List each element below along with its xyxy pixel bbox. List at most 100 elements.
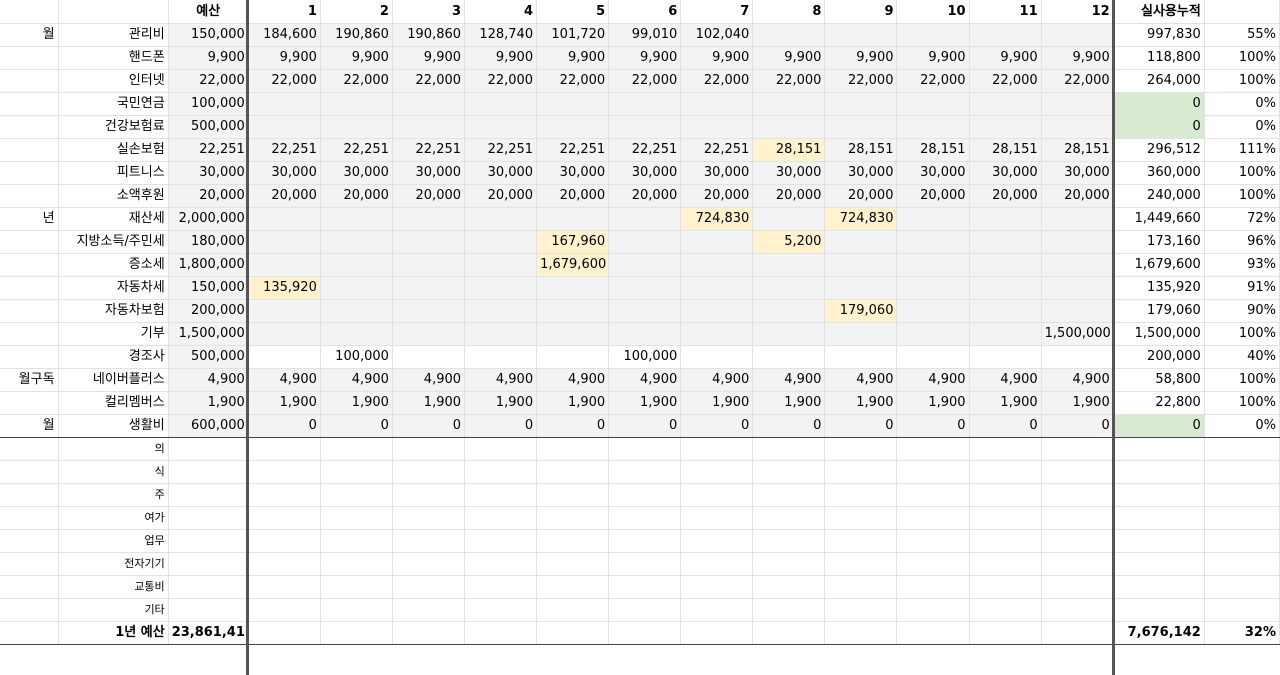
- month-cell-8[interactable]: 22,000: [752, 69, 826, 93]
- item-label[interactable]: 증소세: [58, 253, 169, 277]
- sub-item-label[interactable]: 전자기기: [58, 552, 169, 576]
- month-cell-2[interactable]: [320, 253, 393, 277]
- month-cell-3[interactable]: 0: [392, 413, 466, 438]
- percent-cell[interactable]: 40%: [1204, 345, 1280, 369]
- used-total[interactable]: 7,676,142: [1113, 620, 1205, 645]
- month-cell-12[interactable]: [1041, 253, 1114, 277]
- month-cell-5[interactable]: [536, 345, 610, 369]
- total-cell[interactable]: 360,000: [1113, 161, 1205, 185]
- month-cell-5[interactable]: [536, 299, 610, 323]
- month-cell-2[interactable]: 20,000: [320, 184, 393, 208]
- month-cell-2[interactable]: [320, 575, 393, 599]
- category-cell[interactable]: [0, 598, 59, 622]
- total-cell[interactable]: 264,000: [1113, 69, 1205, 93]
- total-cell[interactable]: [1113, 483, 1205, 507]
- budget-cell[interactable]: [168, 506, 249, 530]
- month-cell-7[interactable]: 0: [680, 413, 754, 438]
- month-cell-8[interactable]: [752, 529, 826, 553]
- month-cell-12[interactable]: [1041, 506, 1114, 530]
- month-cell-9[interactable]: [824, 529, 898, 553]
- month-cell-12[interactable]: [1041, 92, 1114, 116]
- budget-cell[interactable]: 500,000: [168, 345, 249, 369]
- month-cell-3[interactable]: 9,900: [392, 46, 466, 70]
- header-month-4[interactable]: 4: [464, 0, 538, 24]
- item-label[interactable]: 기부: [58, 322, 169, 346]
- month-cell-7[interactable]: 22,000: [680, 69, 754, 93]
- total-cell[interactable]: 0: [1113, 92, 1205, 116]
- percent-cell[interactable]: [1204, 529, 1280, 553]
- month-cell-1[interactable]: [248, 322, 321, 346]
- month-cell-4[interactable]: 0: [464, 413, 538, 438]
- header-month-9[interactable]: 9: [824, 0, 898, 24]
- item-label[interactable]: 실손보험: [58, 138, 169, 162]
- month-cell-10[interactable]: [896, 598, 970, 622]
- percent-cell[interactable]: [1204, 506, 1280, 530]
- month-cell-11[interactable]: [969, 529, 1042, 553]
- month-cell-12[interactable]: [1041, 483, 1114, 507]
- month-cell-8[interactable]: [752, 206, 826, 231]
- month-cell-7[interactable]: [680, 575, 754, 599]
- month-cell-7[interactable]: [680, 345, 754, 369]
- month-cell-2[interactable]: [320, 552, 393, 576]
- month-cell-7[interactable]: [680, 115, 754, 139]
- budget-cell[interactable]: 22,251: [168, 138, 249, 162]
- month-cell-8[interactable]: [752, 460, 826, 484]
- sub-item-label[interactable]: 기타: [58, 598, 169, 622]
- month-cell-10[interactable]: [896, 115, 970, 139]
- percent-cell[interactable]: 0%: [1204, 115, 1280, 139]
- total-cell[interactable]: [1113, 529, 1205, 553]
- month-cell-9[interactable]: [824, 552, 898, 576]
- month-cell-4[interactable]: 22,251: [464, 138, 538, 162]
- month-cell-8[interactable]: [752, 552, 826, 576]
- month-cell-7[interactable]: [680, 506, 754, 530]
- category-cell[interactable]: [0, 345, 59, 369]
- month-cell-3[interactable]: 1,900: [392, 391, 466, 415]
- header-empty-cell[interactable]: [0, 0, 59, 24]
- month-cell-1[interactable]: [248, 483, 321, 507]
- month-cell-8[interactable]: 1,900: [752, 391, 826, 415]
- month-cell-12[interactable]: [1041, 299, 1114, 323]
- month-cell-3[interactable]: [392, 552, 466, 576]
- total-cell[interactable]: [1113, 460, 1205, 484]
- month-cell-10[interactable]: [896, 620, 970, 645]
- percent-cell[interactable]: 55%: [1204, 22, 1280, 47]
- budget-cell[interactable]: 1,500,000: [168, 322, 249, 346]
- sub-item-label[interactable]: 주: [58, 483, 169, 507]
- month-cell-12[interactable]: [1041, 575, 1114, 599]
- month-cell-8[interactable]: [752, 92, 826, 116]
- month-cell-8[interactable]: 28,151: [752, 138, 826, 162]
- category-cell[interactable]: [0, 92, 59, 116]
- budget-cell[interactable]: 150,000: [168, 22, 249, 47]
- header-month-5[interactable]: 5: [536, 0, 610, 24]
- month-cell-9[interactable]: 28,151: [824, 138, 898, 162]
- budget-cell[interactable]: 2,000,000: [168, 206, 249, 231]
- header-month-6[interactable]: 6: [608, 0, 682, 24]
- month-cell-6[interactable]: 22,000: [608, 69, 682, 93]
- month-cell-9[interactable]: [824, 92, 898, 116]
- month-cell-12[interactable]: [1041, 276, 1114, 300]
- month-cell-8[interactable]: 5,200: [752, 230, 826, 254]
- month-cell-5[interactable]: [536, 575, 610, 599]
- month-cell-12[interactable]: 30,000: [1041, 161, 1114, 185]
- item-label[interactable]: 지방소득/주민세: [58, 230, 169, 254]
- total-cell[interactable]: [1113, 575, 1205, 599]
- month-cell-5[interactable]: [536, 529, 610, 553]
- percent-cell[interactable]: 72%: [1204, 206, 1280, 231]
- month-cell-8[interactable]: [752, 115, 826, 139]
- month-cell-7[interactable]: 9,900: [680, 46, 754, 70]
- month-cell-6[interactable]: [608, 483, 682, 507]
- month-cell-12[interactable]: [1041, 437, 1114, 461]
- month-cell-6[interactable]: 22,251: [608, 138, 682, 162]
- month-cell-10[interactable]: [896, 206, 970, 231]
- total-cell[interactable]: [1113, 437, 1205, 461]
- month-cell-3[interactable]: [392, 598, 466, 622]
- month-cell-9[interactable]: 1,900: [824, 391, 898, 415]
- budget-cell[interactable]: [168, 437, 249, 461]
- total-cell[interactable]: [1113, 598, 1205, 622]
- item-label[interactable]: 피트니스: [58, 161, 169, 185]
- month-cell-9[interactable]: [824, 620, 898, 645]
- budget-cell[interactable]: 200,000: [168, 299, 249, 323]
- month-cell-4[interactable]: [464, 437, 538, 461]
- month-cell-5[interactable]: [536, 506, 610, 530]
- month-cell-6[interactable]: [608, 598, 682, 622]
